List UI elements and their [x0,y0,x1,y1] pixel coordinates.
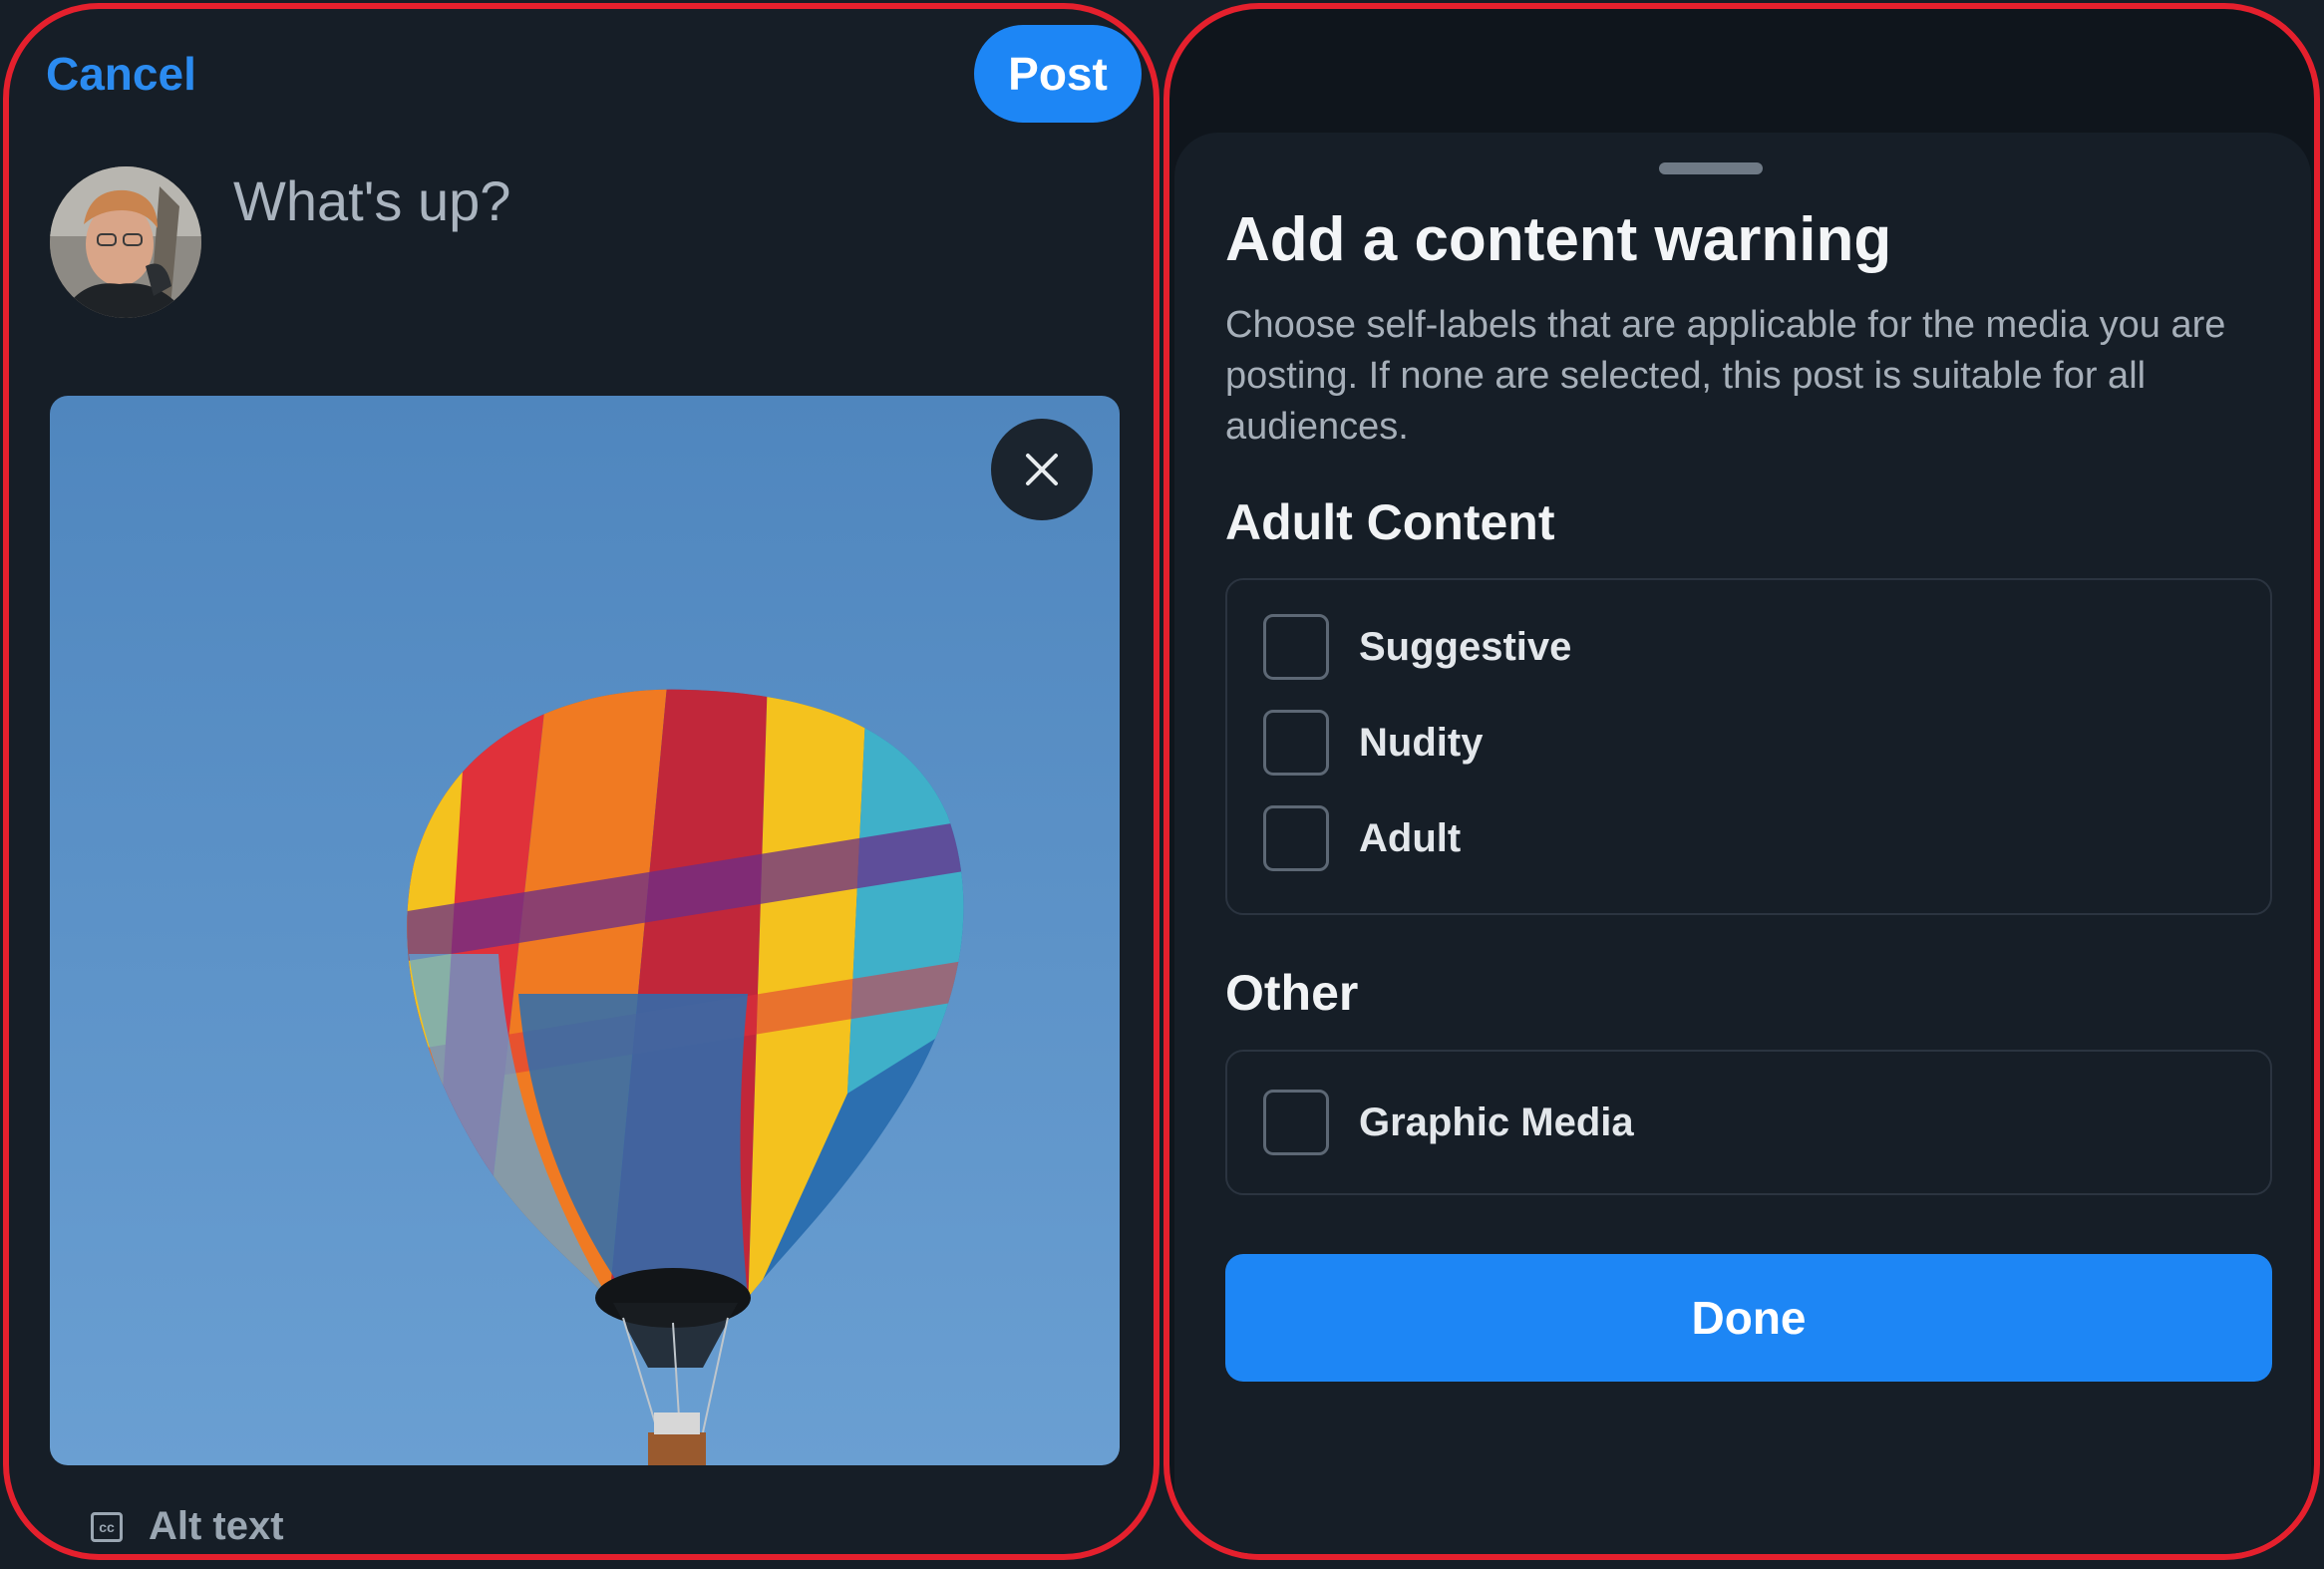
post-button[interactable]: Post [974,25,1142,123]
option-label: Suggestive [1359,624,1572,669]
option-suggestive[interactable]: Suggestive [1263,614,1571,680]
post-text-input[interactable] [233,168,1111,233]
sheet-description: Choose self-labels that are applicable f… [1225,304,2226,448]
option-adult[interactable]: Adult [1263,805,1461,871]
done-button[interactable]: Done [1225,1254,2272,1382]
other-options: Graphic Media [1225,1050,2272,1195]
sheet-drag-handle[interactable] [1659,162,1763,174]
sheet-title: Add a content warning [1225,205,1892,274]
adult-checkbox[interactable] [1263,805,1329,871]
cancel-button[interactable]: Cancel [46,47,196,101]
closed-caption-icon: cc [91,1511,123,1542]
option-label: Nudity [1359,720,1484,765]
option-graphic-media[interactable]: Graphic Media [1263,1090,1634,1155]
nudity-checkbox[interactable] [1263,710,1329,776]
content-warning-sheet: Add a content warning Choose self-labels… [1174,133,2311,1554]
compose-screen: Cancel Post What's up? cc Alt text [3,3,1160,1560]
avatar-image [50,166,201,318]
suggestive-checkbox[interactable] [1263,614,1329,680]
adult-content-options: Suggestive Nudity Adult [1225,578,2272,915]
content-warning-screen: Add a content warning Choose self-labels… [1163,3,2320,1560]
alt-text-label: Alt text [149,1504,284,1548]
remove-media-button[interactable] [991,419,1093,520]
section-heading-other: Other [1225,965,1359,1021]
attached-image [50,396,1120,1465]
close-icon [1026,454,1058,485]
hot-air-balloon-photo [50,396,1120,1465]
option-label: Graphic Media [1359,1099,1634,1144]
option-nudity[interactable]: Nudity [1263,710,1483,776]
option-label: Adult [1359,815,1462,860]
user-avatar[interactable] [50,166,201,318]
alt-text-button[interactable]: cc Alt text [91,1504,284,1549]
section-heading-adult-content: Adult Content [1225,494,1555,550]
graphic-media-checkbox[interactable] [1263,1090,1329,1155]
